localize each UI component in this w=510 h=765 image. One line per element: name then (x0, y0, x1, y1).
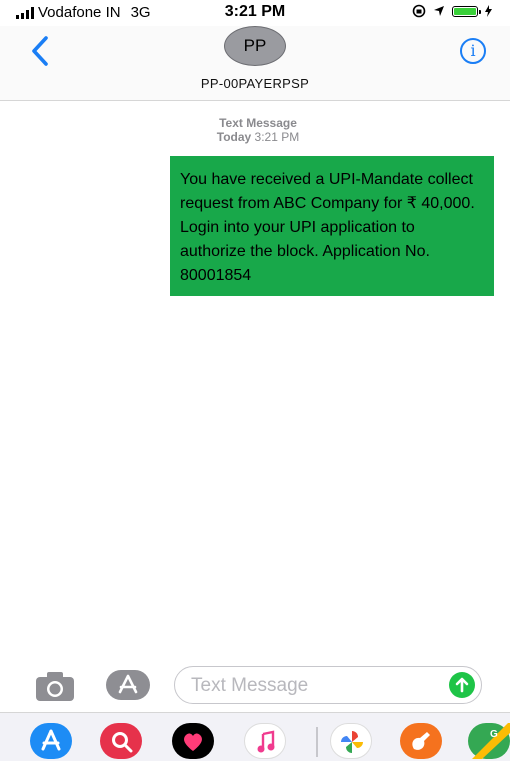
timestamp-time: 3:21 PM (254, 130, 300, 144)
contact-avatar[interactable]: PP (224, 26, 286, 66)
dock-divider (316, 727, 318, 757)
message-composer: Text Message (0, 660, 510, 712)
chevron-left-icon[interactable] (26, 34, 56, 68)
message-input-placeholder: Text Message (191, 675, 309, 696)
app-drawer: G (0, 712, 510, 761)
app-store-icon[interactable] (106, 670, 150, 700)
message-bubble[interactable]: You have received a UPI-Mandate collect … (170, 156, 494, 296)
message-type-label: Text Message (219, 116, 297, 130)
timestamp-day: Today (216, 130, 252, 144)
charging-icon (485, 5, 492, 17)
app-store-app-icon[interactable] (30, 723, 72, 759)
camera-icon[interactable] (34, 670, 76, 702)
svg-text:G: G (490, 729, 498, 740)
status-icons (412, 4, 492, 18)
status-bar: Vodafone IN 3G 3:21 PM (0, 0, 510, 26)
digital-touch-app-icon[interactable] (172, 723, 214, 759)
garageband-app-icon[interactable] (400, 723, 442, 759)
send-arrow-icon[interactable] (449, 672, 475, 698)
location-icon (434, 6, 444, 16)
info-icon[interactable]: i (460, 38, 486, 64)
orientation-lock-icon (412, 4, 426, 18)
music-app-icon[interactable] (244, 723, 286, 759)
search-web-app-icon[interactable] (100, 723, 142, 759)
battery-icon (452, 5, 481, 17)
photos-app-icon[interactable] (330, 723, 372, 759)
message-timestamp: Today 3:21 PM (0, 130, 510, 144)
maps-app-icon[interactable]: G (468, 723, 510, 759)
message-input[interactable]: Text Message (174, 666, 482, 704)
conversation-header: PP PP-00PAYERPSP i (0, 26, 510, 101)
contact-name[interactable]: PP-00PAYERPSP (0, 76, 510, 91)
